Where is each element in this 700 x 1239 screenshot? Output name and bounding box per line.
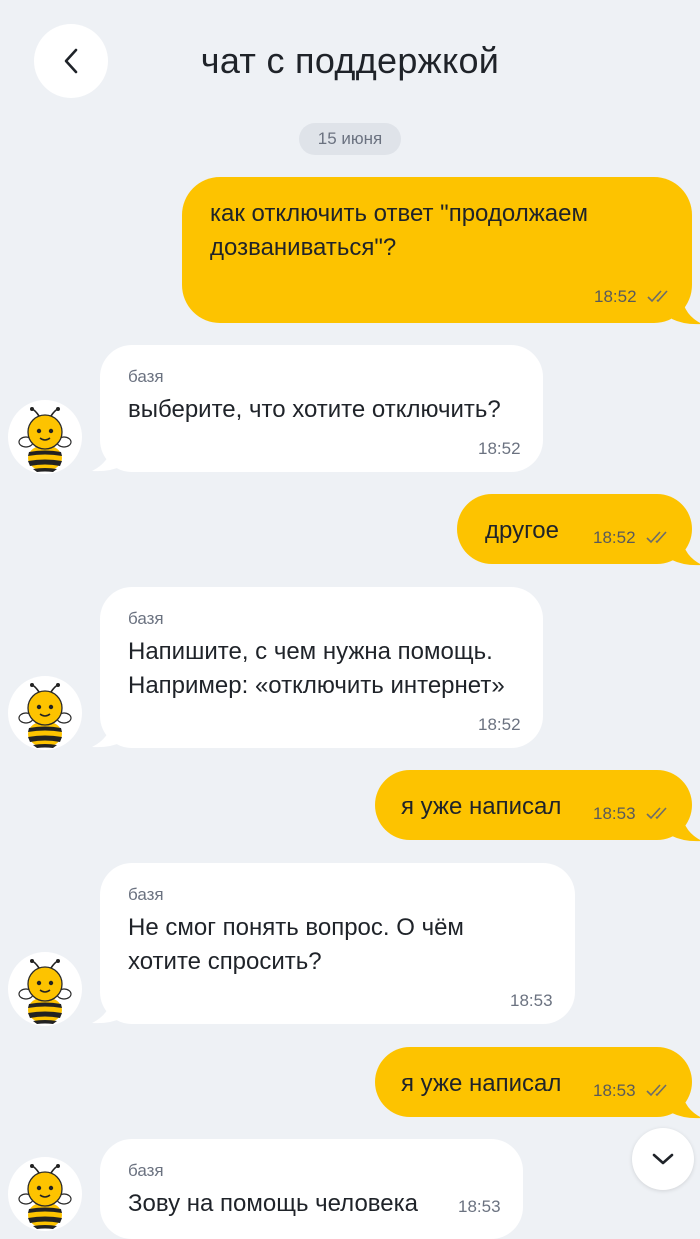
bubble-tail	[672, 538, 700, 566]
sender-name: базя	[128, 367, 164, 386]
read-ticks-icon	[646, 806, 672, 820]
sender-name: базя	[128, 885, 164, 904]
message-time: 18:53	[593, 1081, 636, 1100]
bot-avatar	[8, 952, 82, 1026]
message-time: 18:52	[594, 287, 637, 306]
incoming-message[interactable]: базя Не смог понять вопрос. О чём хотите…	[100, 863, 575, 1024]
incoming-message[interactable]: базя Зову на помощь человека 18:53	[100, 1139, 523, 1239]
bot-avatar	[8, 400, 82, 474]
message-time: 18:52	[593, 528, 636, 547]
outgoing-message[interactable]: как отключить ответ "продолжаем дозванив…	[182, 177, 692, 323]
bot-avatar	[8, 676, 82, 750]
bot-avatar	[8, 1157, 82, 1231]
message-text: я уже написал	[401, 793, 562, 820]
message-time: 18:53	[593, 804, 636, 823]
bubble-tail	[92, 444, 122, 472]
message-text: выберите, что хотите отключить?	[128, 396, 501, 423]
bubble-tail	[672, 814, 700, 842]
outgoing-message[interactable]: я уже написал 18:53	[375, 1047, 692, 1117]
message-text: Зову на помощь человека	[128, 1190, 418, 1217]
message-time: 18:53	[510, 991, 553, 1010]
message-text: Напишите, с чем нужна помощь. Например: …	[128, 638, 505, 699]
message-time: 18:52	[478, 439, 521, 458]
incoming-message[interactable]: базя Напишите, с чем нужна помощь. Напри…	[100, 587, 543, 748]
date-separator: 15 июня	[299, 123, 401, 155]
read-ticks-icon	[646, 1083, 672, 1097]
chevron-down-icon	[652, 1153, 674, 1165]
message-time: 18:52	[478, 715, 521, 734]
chat-header: чат с поддержкой	[0, 0, 700, 124]
message-time: 18:53	[458, 1197, 501, 1216]
incoming-message[interactable]: базя выберите, что хотите отключить? 18:…	[100, 345, 543, 472]
bubble-tail	[672, 297, 700, 325]
page-title: чат с поддержкой	[200, 40, 500, 81]
sender-name: базя	[128, 609, 164, 628]
bubble-tail	[672, 1091, 700, 1119]
scroll-down-button[interactable]	[632, 1128, 694, 1190]
read-ticks-icon	[647, 289, 673, 303]
message-text: Не смог понять вопрос. О чём хотите спро…	[128, 914, 464, 975]
outgoing-message[interactable]: я уже написал 18:53	[375, 770, 692, 840]
message-text: другое	[485, 517, 560, 544]
sender-name: базя	[128, 1161, 164, 1180]
read-ticks-icon	[646, 530, 672, 544]
bubble-tail	[92, 996, 122, 1024]
bubble-tail	[92, 720, 122, 748]
message-text: я уже написал	[401, 1070, 562, 1097]
message-text: как отключить ответ "продолжаем дозванив…	[210, 200, 588, 261]
outgoing-message[interactable]: другое 18:52	[457, 494, 692, 564]
